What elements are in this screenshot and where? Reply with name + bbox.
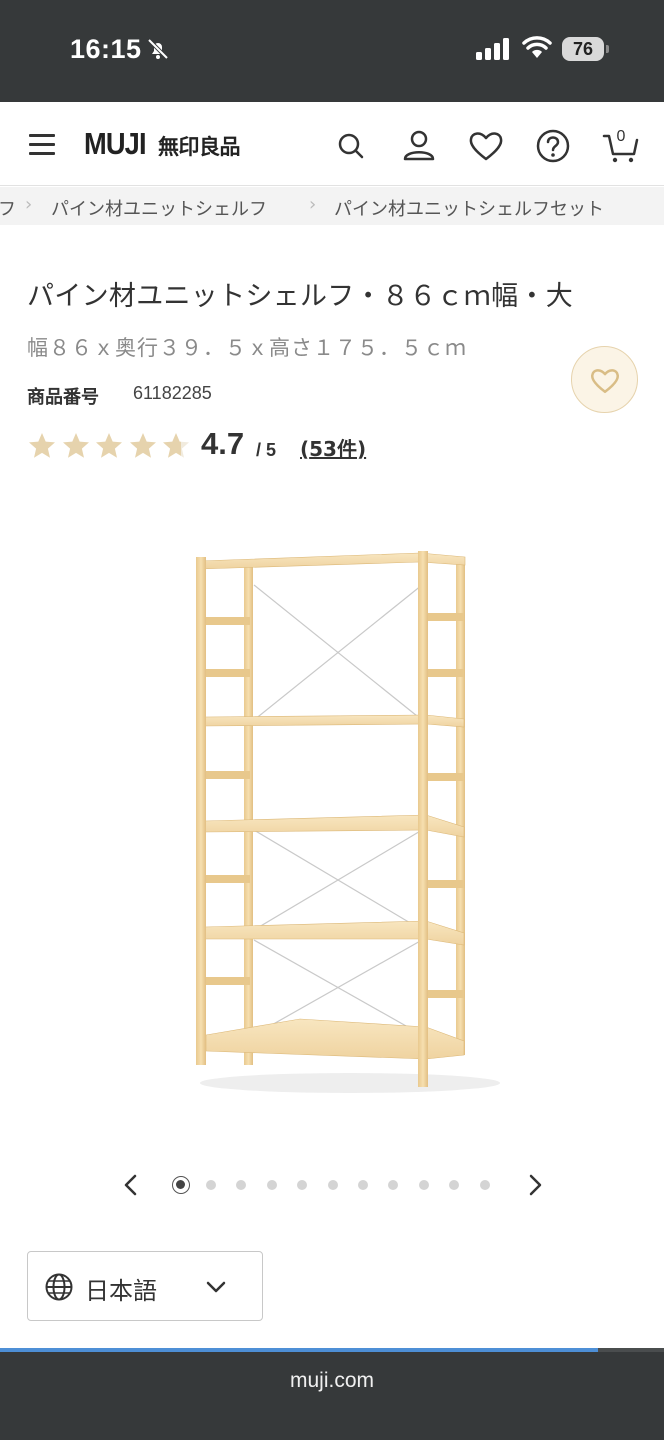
rating-value: 4.7 <box>201 426 245 461</box>
star-icon <box>163 433 189 458</box>
menu-icon[interactable] <box>29 134 55 156</box>
battery-tip <box>606 45 609 53</box>
carousel-prev-button[interactable] <box>116 1170 146 1200</box>
product-title: パイン材ユニットシェルフ・８６ｃｍ幅・大 <box>27 281 573 312</box>
product-code-value: 61182285 <box>133 383 212 403</box>
breadcrumb-item[interactable]: パイン材ユニットシェルフ <box>51 195 267 221</box>
star-icon <box>62 433 89 458</box>
star-icon <box>96 433 122 458</box>
review-count: 53件 <box>309 437 357 461</box>
carousel-dot[interactable] <box>266 1180 277 1190</box>
cart-count: 0 <box>616 128 626 145</box>
wifi-icon <box>522 36 552 58</box>
carousel-dot-active[interactable] <box>172 1176 190 1194</box>
carousel-dot[interactable] <box>206 1180 216 1190</box>
chevron-right-icon: › <box>309 194 317 215</box>
heart-icon[interactable] <box>466 126 506 166</box>
language-value: 日本語 <box>85 1277 157 1305</box>
site-header: MUJI 無印良品 0 <box>0 102 664 186</box>
review-count-link[interactable]: (53件) <box>300 433 366 462</box>
carousel-dot[interactable] <box>297 1180 308 1190</box>
carousel-dot[interactable] <box>358 1180 368 1190</box>
browser-url-bar: muji.com <box>0 1352 664 1440</box>
signal-icon <box>476 38 509 60</box>
status-bar: 16:15 76 <box>0 0 664 102</box>
battery-level: 76 <box>562 37 604 61</box>
carousel-dot[interactable] <box>388 1180 399 1190</box>
carousel-dot[interactable] <box>479 1180 490 1190</box>
logo-text-en: MUJI <box>84 126 147 161</box>
carousel-dot[interactable] <box>327 1180 338 1190</box>
language-select[interactable]: 日本語 <box>27 1251 263 1321</box>
help-icon[interactable] <box>533 126 573 166</box>
carousel-dot[interactable] <box>418 1180 429 1190</box>
carousel-dot[interactable] <box>449 1180 460 1190</box>
carousel-next-button[interactable] <box>520 1170 550 1200</box>
product-dimensions: 幅８６ｘ奥行３９．５ｘ高さ１７５．５ｃｍ <box>27 336 467 360</box>
breadcrumb: フ › パイン材ユニットシェルフ › パイン材ユニットシェルフセット <box>0 187 664 225</box>
rating-max: / 5 <box>256 440 277 460</box>
search-icon[interactable] <box>331 126 371 166</box>
breadcrumb-item[interactable]: フ <box>0 195 16 221</box>
chevron-right-icon: › <box>25 194 33 215</box>
star-icon <box>29 433 55 458</box>
url-text[interactable]: muji.com <box>0 1369 664 1393</box>
logo-text-jp: 無印良品 <box>158 135 241 159</box>
globe-icon <box>45 1273 73 1301</box>
status-time: 16:15 <box>70 34 142 64</box>
carousel-dot[interactable] <box>236 1180 247 1190</box>
cart-button[interactable]: 0 <box>601 126 641 166</box>
heart-icon <box>590 369 620 394</box>
carousel-dots <box>170 1174 500 1196</box>
product-image <box>196 551 500 1093</box>
muji-logo[interactable]: MUJI 無印良品 <box>84 126 241 162</box>
favorite-button[interactable] <box>571 346 638 413</box>
chevron-down-icon <box>206 1281 226 1293</box>
breadcrumb-item[interactable]: パイン材ユニットシェルフセット <box>334 195 604 221</box>
bell-off-icon <box>147 38 169 60</box>
product-code-label: 商品番号 <box>27 387 99 408</box>
user-icon[interactable] <box>399 126 439 166</box>
star-icon <box>129 433 156 458</box>
